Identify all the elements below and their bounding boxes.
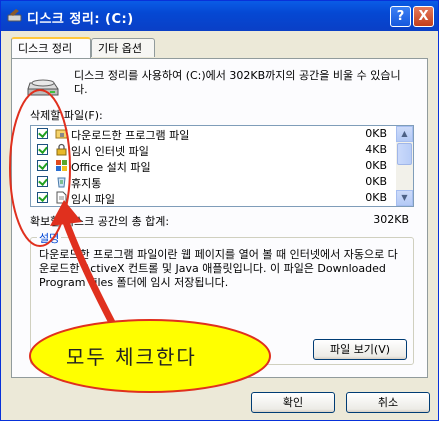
lock-icon [56,143,67,156]
checkbox[interactable] [37,192,48,203]
scrollbar[interactable]: ▲ ▼ [396,126,413,206]
list-item[interactable]: Office 설치 파일 0KB [31,158,397,174]
list-item[interactable]: 다운로드한 프로그램 파일 0KB [31,126,397,142]
description-group-title: 설명 [37,230,62,246]
office-icon [56,160,67,171]
cancel-button[interactable]: 취소 [346,392,430,413]
file-name: Office 설치 파일 [71,161,151,174]
files-to-delete-list[interactable]: 다운로드한 프로그램 파일 0KB 임시 인터넷 파일 4KB Office 설… [30,125,414,207]
file-size: 0KB [365,159,387,172]
total-space-value: 302KB [373,213,409,226]
scroll-down-arrow-icon[interactable]: ▼ [396,190,413,206]
file-size: 4KB [365,143,387,156]
file-name: 휴지통 [71,177,102,190]
file-size: 0KB [365,175,387,188]
list-item[interactable]: 휴지통 0KB [31,174,397,190]
list-item[interactable]: 임시 인터넷 파일 4KB [31,142,397,158]
folder-lock-icon [55,129,68,139]
annotation-text: 모두 체크한다 [66,345,197,369]
checkbox[interactable] [37,160,48,171]
window-title: 디스크 정리: (C:) [27,12,134,27]
tab-disk-cleanup[interactable]: 디스크 정리 [11,37,91,58]
scroll-thumb[interactable] [397,143,412,165]
files-to-delete-label: 삭제할 파일(F): [30,109,103,122]
file-name: 임시 파일 [71,193,115,206]
description-text: 다운로드한 프로그램 파일이란 웹 페이지를 열어 볼 때 인터넷에서 자동으로… [39,248,398,289]
file-icon [56,191,67,204]
checkbox[interactable] [37,176,48,187]
checkbox[interactable] [37,128,48,139]
scroll-up-arrow-icon[interactable]: ▲ [396,126,413,142]
title-bar[interactable]: 디스크 정리: (C:) ? X [1,1,438,31]
help-button[interactable]: ? [390,6,411,27]
file-name: 임시 인터넷 파일 [71,145,149,158]
recycle-bin-icon [57,177,66,188]
total-space-label: 확보할 디스크 공간의 총 합계: [30,215,170,228]
tab-more-options[interactable]: 기타 옵션 [91,38,155,57]
list-item[interactable]: 임시 파일 0KB [31,190,397,206]
hard-drive-icon [27,79,59,96]
ok-button[interactable]: 확인 [251,392,335,413]
file-size: 0KB [365,127,387,140]
close-button[interactable]: X [413,6,434,27]
disk-cleanup-icon [7,9,22,22]
tab-panel: 디스크 정리를 사용하여 (C:)에서 302KB까지의 공간을 비울 수 있습… [11,58,428,378]
file-name: 다운로드한 프로그램 파일 [71,129,190,142]
file-size: 0KB [365,191,387,204]
cleanup-description: 디스크 정리를 사용하여 (C:)에서 302KB까지의 공간을 비울 수 있습… [74,69,401,96]
checkbox[interactable] [37,144,48,155]
view-files-button[interactable]: 파일 보기(V) [313,339,407,360]
